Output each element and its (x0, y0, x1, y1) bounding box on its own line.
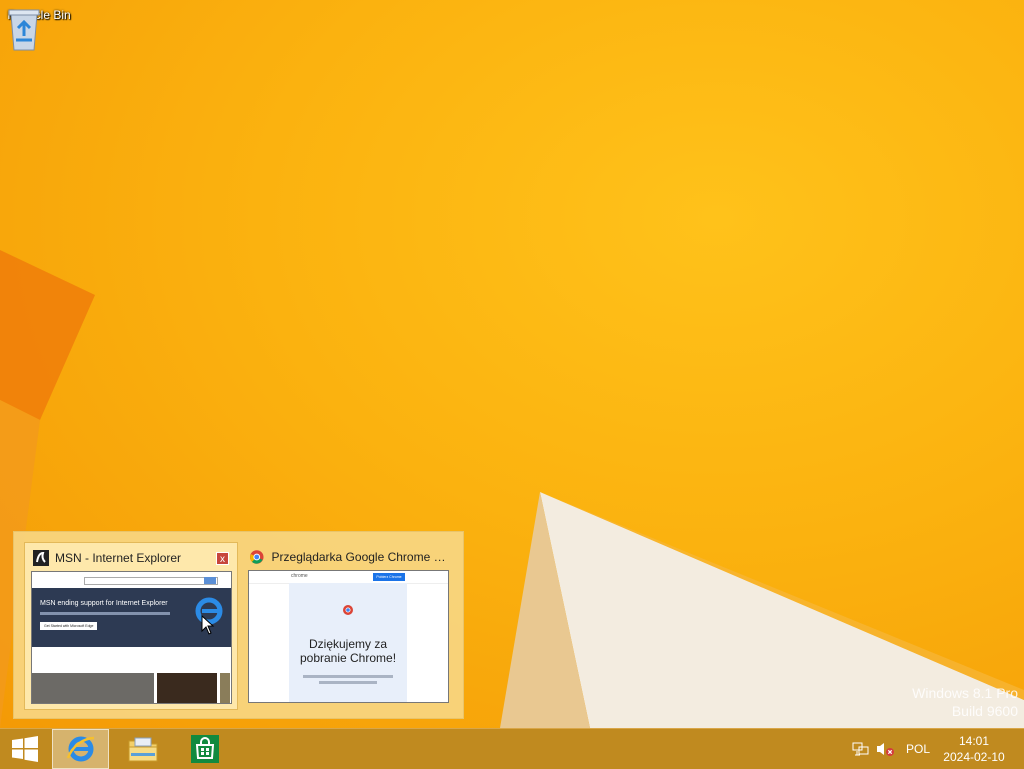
chrome-small-logo-icon (343, 605, 353, 615)
thumbnail-title: Przeglądarka Google Chrome - I... (271, 550, 448, 564)
thumbnail-chrome-download[interactable]: Przeglądarka Google Chrome - I... chrome… (242, 542, 456, 710)
msn-headline: MSN ending support for Internet Explorer (40, 600, 168, 607)
recycle-bin[interactable]: Recycle Bin (6, 6, 72, 51)
file-explorer-icon (128, 737, 157, 762)
thumbnail-msn-internet-explorer[interactable]: MSN - Internet Explorer x MSN ending sup… (24, 542, 238, 710)
thumbnail-title-bar: Przeglądarka Google Chrome - I... (250, 548, 448, 566)
thumbnail-preview-msn[interactable]: MSN ending support for Internet Explorer… (31, 571, 232, 704)
watermark-build: Build 9600 (951, 703, 1018, 719)
store-icon (190, 735, 219, 763)
internet-explorer-icon (66, 736, 94, 762)
chrome-page-body: Dziękujemy za pobranie Chrome! (289, 583, 407, 702)
windows-logo-icon (12, 736, 38, 762)
recycle-bin-icon (8, 9, 40, 51)
windows-watermark: Windows 8.1 Pro Build 9600 (912, 684, 1018, 720)
chrome-page-logo: chrome (291, 573, 308, 579)
mouse-cursor-icon (201, 615, 215, 635)
chrome-thanks-heading: Dziękujemy za pobranie Chrome! (299, 637, 397, 665)
thumbnail-title: MSN - Internet Explorer (55, 551, 182, 565)
clock-time: 14:01 (958, 734, 990, 748)
taskbar-file-explorer[interactable] (114, 729, 171, 769)
network-icon[interactable] (850, 729, 872, 769)
watermark-edition: Windows 8.1 Pro (912, 685, 1018, 701)
clock[interactable]: 14:01 2024-02-10 (934, 733, 1014, 765)
chrome-page-download-button: Pobierz Chrome (373, 573, 405, 581)
clock-date: 2024-02-10 (943, 750, 1005, 764)
thumbnail-title-bar: MSN - Internet Explorer (33, 549, 229, 567)
thumbnail-preview-chrome[interactable]: chrome Pobierz Chrome Dziękujemy za pobr… (248, 570, 449, 703)
msn-tab-icon (33, 550, 49, 566)
start-button[interactable] (0, 729, 50, 769)
msn-photo-strip (32, 673, 231, 703)
language-indicator[interactable]: POL (902, 729, 934, 769)
taskbar-thumbnail-popup: MSN - Internet Explorer x MSN ending sup… (13, 531, 464, 719)
taskbar: POL 14:01 2024-02-10 (0, 728, 1024, 769)
thumbnail-close-button[interactable]: x (216, 552, 229, 565)
taskbar-store[interactable] (176, 729, 233, 769)
volume-muted-icon[interactable] (874, 729, 896, 769)
taskbar-internet-explorer[interactable] (52, 729, 109, 769)
msn-search-bar (32, 572, 231, 588)
msn-cta-button: Get Started with Microsoft Edge (40, 622, 98, 630)
chrome-logo-icon (250, 550, 264, 564)
